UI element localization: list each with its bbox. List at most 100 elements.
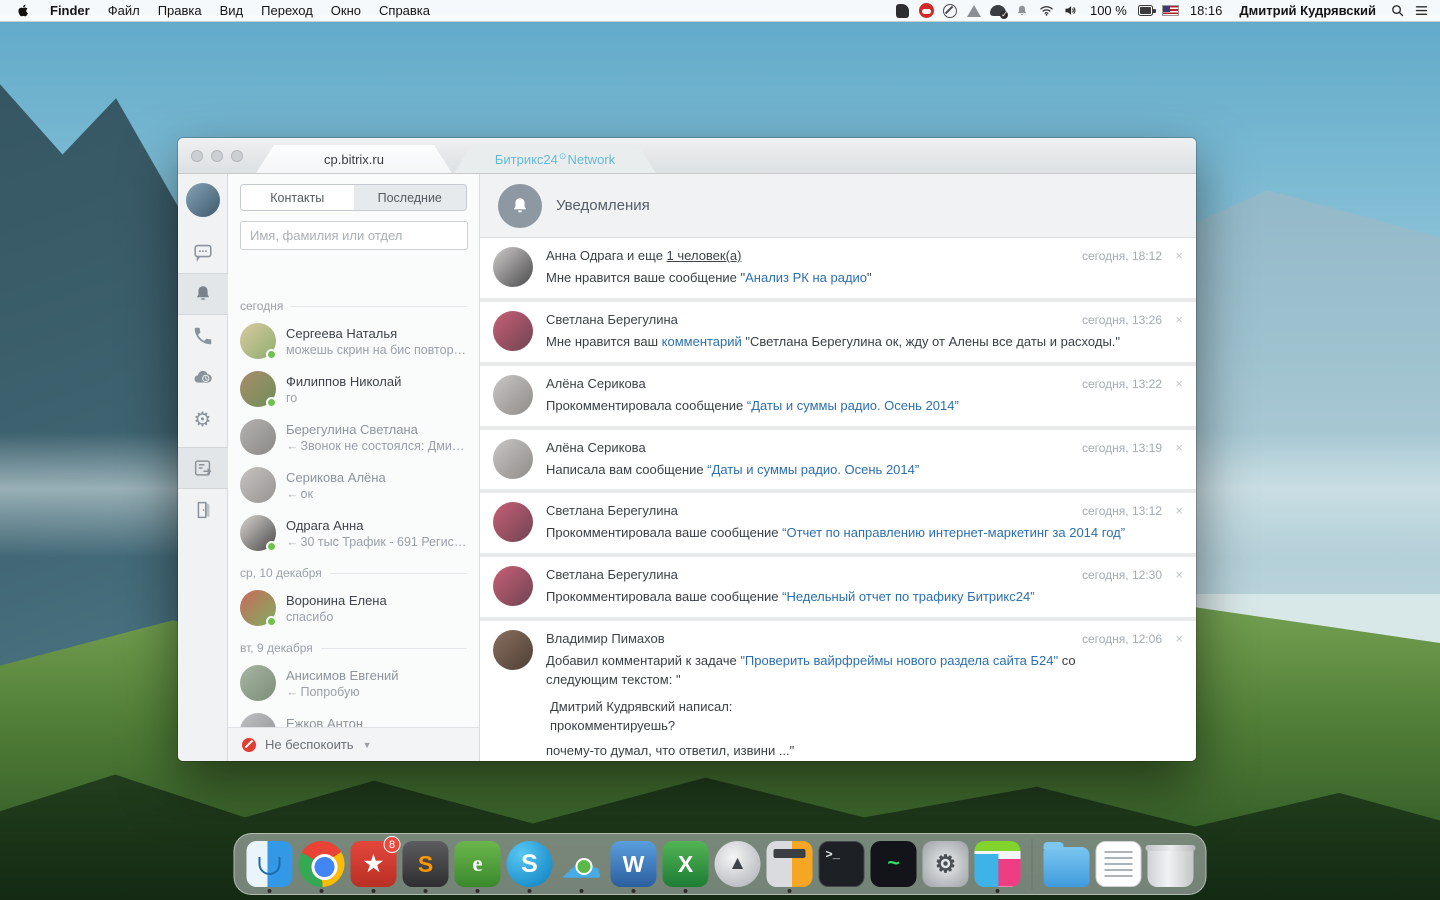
avatar[interactable]	[493, 311, 533, 351]
link[interactable]: "Проверить вайрфреймы нового раздела сай…	[740, 653, 1058, 668]
link[interactable]: Анализ РК на радио	[745, 270, 867, 285]
stickies-dock-icon[interactable]	[975, 841, 1021, 887]
close-icon[interactable]: ×	[1175, 440, 1183, 455]
tab-recent[interactable]: Последние	[354, 185, 467, 210]
contact-list-item[interactable]: Серикова Алёна←ок	[240, 461, 467, 509]
skype-icon: S	[507, 841, 553, 887]
link[interactable]: комментарий	[662, 334, 742, 349]
avatar[interactable]	[493, 566, 533, 606]
activity-monitor-dock-icon[interactable]: ~	[871, 841, 917, 887]
evernote-dock-icon[interactable]: e	[455, 841, 501, 887]
skype-dock-icon[interactable]: S	[507, 841, 553, 887]
tab-bitrix24-network[interactable]: Битрикс24⊙Network	[454, 145, 656, 173]
close-icon[interactable]: ×	[1175, 248, 1183, 263]
avatar[interactable]	[493, 502, 533, 542]
close-icon[interactable]: ×	[1175, 503, 1183, 518]
contact-group-header: ср, 10 декабря	[240, 566, 467, 580]
notifications-icon[interactable]	[178, 273, 228, 315]
contact-list-item[interactable]: Ежков Антон←Ща задачкой пульну	[240, 707, 467, 727]
link[interactable]: “Даты и суммы радио. Осень 2014”	[747, 398, 959, 413]
status-footer[interactable]: Не беспокоить ▼	[228, 727, 479, 761]
contact-list-item[interactable]: Берегулина Светлана←Звонок не состоялся:…	[240, 413, 467, 461]
clock[interactable]: 18:16	[1186, 3, 1227, 18]
minimize-window-button[interactable]	[211, 150, 223, 162]
menu-item[interactable]: Вид	[211, 3, 253, 18]
contact-list-item[interactable]: Сергеева Натальяможешь скрин на бис повт…	[240, 317, 467, 365]
close-icon[interactable]: ×	[1175, 631, 1183, 646]
launchpad-dock-icon[interactable]: ▲	[715, 841, 761, 887]
calculator-dock-icon[interactable]	[767, 841, 813, 887]
avatar	[240, 371, 276, 407]
contact-name: Воронина Елена	[286, 593, 387, 608]
close-icon[interactable]: ×	[1175, 312, 1183, 327]
text: Алёна Серикова	[546, 440, 646, 455]
word-dock-icon[interactable]: W	[611, 841, 657, 887]
google-drive-status-icon[interactable]	[966, 2, 983, 19]
current-user-menu[interactable]: Дмитрий Кудрявский	[1233, 3, 1382, 18]
calls-icon[interactable]	[178, 315, 228, 357]
folder-downloads-dock-icon[interactable]	[1044, 841, 1090, 887]
notifications-muted-icon[interactable]	[1014, 2, 1031, 19]
do-not-disturb-status-icon[interactable]	[942, 2, 959, 19]
terminal-icon: >_	[819, 841, 865, 887]
contact-list-item[interactable]: Филиппов Николайго	[240, 365, 467, 413]
contacts-panel: Контакты Последние сегодняСергеева Натал…	[228, 174, 480, 761]
avatar[interactable]	[493, 630, 533, 670]
exit-door-icon[interactable]	[178, 489, 228, 531]
input-language-flag-icon[interactable]	[1162, 2, 1179, 19]
security-helmet-status-icon[interactable]	[990, 2, 1007, 19]
avatar[interactable]	[493, 247, 533, 287]
chrome-dock-icon[interactable]	[299, 841, 345, 887]
zoom-window-button[interactable]	[231, 150, 243, 162]
system-preferences-dock-icon[interactable]: ⚙	[923, 841, 969, 887]
close-window-button[interactable]	[191, 150, 203, 162]
history-icon[interactable]	[178, 357, 228, 399]
menu-item[interactable]: Правка	[149, 3, 211, 18]
open-in-panel-icon[interactable]	[178, 447, 228, 489]
avatar	[240, 515, 276, 551]
tab-contacts[interactable]: Контакты	[241, 185, 354, 210]
excel-dock-icon[interactable]: X	[663, 841, 709, 887]
apple-menu-icon[interactable]	[16, 3, 31, 18]
cloud-app-dock-icon[interactable]: ☁	[559, 841, 605, 887]
settings-icon[interactable]: ⚙	[178, 399, 228, 441]
contact-list-item[interactable]: Воронина Елена спасибо	[240, 584, 467, 632]
wunderlist-dock-icon[interactable]: ★8	[351, 841, 397, 887]
chats-icon[interactable]	[178, 231, 228, 273]
avatar[interactable]	[493, 439, 533, 479]
red-cloud-status-icon[interactable]	[918, 2, 935, 19]
my-profile-avatar[interactable]	[186, 183, 220, 217]
menu-item[interactable]: Переход	[252, 3, 322, 18]
running-indicator	[528, 889, 532, 893]
window-titlebar[interactable]: cp.bitrix.ru Битрикс24⊙Network	[178, 138, 1196, 174]
tab-cp-bitrix-ru[interactable]: cp.bitrix.ru	[256, 145, 452, 173]
contact-list-item[interactable]: Анисимов Евгений←Попробую	[240, 659, 467, 707]
online-dot	[266, 349, 277, 360]
avatar[interactable]	[493, 375, 533, 415]
notification-center-icon[interactable]	[1413, 2, 1430, 19]
evernote-status-icon[interactable]	[894, 2, 911, 19]
contact-last-message: спасибо	[286, 610, 387, 624]
close-icon[interactable]: ×	[1175, 376, 1183, 391]
link[interactable]: “Даты и суммы радио. Осень 2014”	[707, 462, 919, 477]
documents-stack-dock-icon[interactable]	[1096, 841, 1142, 887]
link[interactable]: “Отчет по направлению интернет-маркетинг…	[782, 525, 1125, 540]
spotlight-search-icon[interactable]	[1389, 2, 1406, 19]
trash-dock-icon[interactable]	[1148, 841, 1194, 887]
menu-item[interactable]: Файл	[99, 3, 149, 18]
running-indicator	[996, 889, 1000, 893]
link[interactable]: “Недельный отчет по трафику Битрикс24”	[782, 589, 1034, 604]
contact-list-item[interactable]: Одрага Анна←30 тыс Трафик - 691 Регист…	[240, 509, 467, 557]
contact-search-input[interactable]	[240, 221, 468, 250]
menu-item[interactable]: Окно	[322, 3, 370, 18]
battery-icon[interactable]	[1138, 2, 1155, 19]
finder-dock-icon[interactable]	[247, 841, 293, 887]
wifi-icon[interactable]	[1038, 2, 1055, 19]
people-link[interactable]: 1 человек(а)	[667, 248, 742, 263]
menu-app-name[interactable]: Finder	[41, 3, 99, 18]
terminal-dock-icon[interactable]: >_	[819, 841, 865, 887]
volume-icon[interactable]	[1062, 2, 1079, 19]
menu-item[interactable]: Справка	[370, 3, 439, 18]
close-icon[interactable]: ×	[1175, 567, 1183, 582]
sublime-text-dock-icon[interactable]: S	[403, 841, 449, 887]
